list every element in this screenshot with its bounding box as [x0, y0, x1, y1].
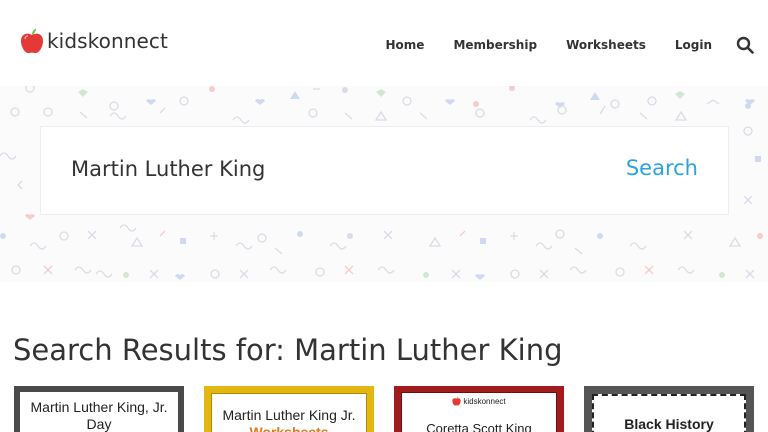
- card-title-line: Black History: [624, 416, 714, 432]
- results-title: Search Results for: Martin Luther King: [13, 333, 563, 367]
- site-header: kidskonnect Home Membership Worksheets L…: [0, 0, 768, 86]
- nav-worksheets[interactable]: Worksheets: [566, 38, 646, 52]
- card-title-line: Worksheets: [249, 424, 329, 432]
- card-brand: kidskonnect: [463, 396, 506, 406]
- apple-logo-icon: [452, 396, 461, 406]
- result-card[interactable]: Martin Luther King, Jr. Day: [14, 386, 184, 432]
- site-logo[interactable]: kidskonnect: [20, 28, 168, 54]
- result-card[interactable]: Black History: [584, 386, 754, 432]
- nav-membership[interactable]: Membership: [453, 38, 537, 52]
- search-box: Search: [40, 126, 729, 215]
- result-card[interactable]: Martin Luther King Jr. Worksheets: [204, 386, 374, 432]
- search-hero: Search: [0, 86, 768, 282]
- card-title-line: Martin Luther King, Jr.: [30, 399, 168, 415]
- search-input[interactable]: [71, 157, 591, 181]
- card-title-line: Coretta Scott King: [426, 421, 532, 432]
- apple-logo-icon: [21, 28, 43, 54]
- card-title-line: Day: [86, 416, 112, 432]
- search-button[interactable]: Search: [626, 156, 698, 180]
- brand-name: kidskonnect: [47, 29, 168, 53]
- nav-login[interactable]: Login: [675, 38, 712, 52]
- card-title-line: Martin Luther King Jr.: [222, 407, 356, 423]
- nav-home[interactable]: Home: [386, 38, 425, 52]
- result-card[interactable]: kidskonnect Coretta Scott King: [394, 386, 564, 432]
- search-icon[interactable]: [736, 36, 754, 54]
- main-nav: Home Membership Worksheets Login: [386, 36, 755, 54]
